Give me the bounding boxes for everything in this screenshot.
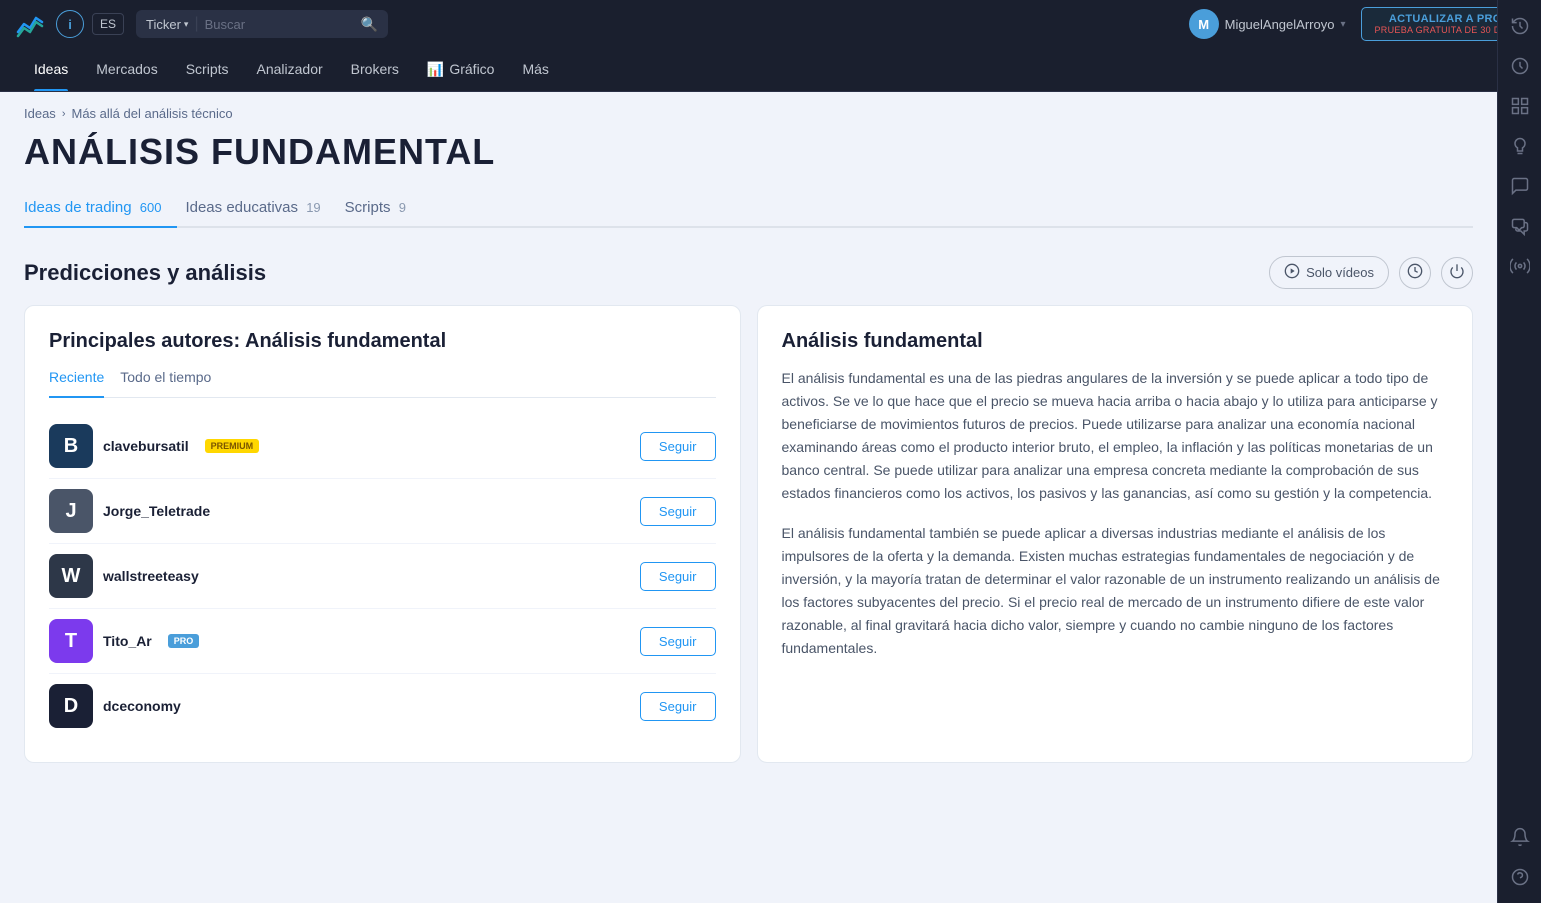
- follow-button[interactable]: Seguir: [640, 562, 716, 591]
- nav-item-mas[interactable]: Más: [508, 47, 562, 91]
- lightbulb-icon[interactable]: [1502, 128, 1538, 164]
- page-title: ANÁLISIS FUNDAMENTAL: [24, 131, 1473, 173]
- refresh-button[interactable]: [1441, 257, 1473, 289]
- author-row: T Tito_Ar PRO Seguir: [49, 609, 716, 674]
- bell-icon[interactable]: [1502, 819, 1538, 855]
- follow-button[interactable]: Seguir: [640, 497, 716, 526]
- section-header: Predicciones y análisis Solo vídeos: [24, 256, 1473, 289]
- author-row: B clavebursatil PREMIUM Seguir: [49, 414, 716, 479]
- author-avatar-initial: J: [65, 500, 76, 523]
- breadcrumb-separator: ›: [62, 108, 66, 120]
- author-avatar: J: [49, 489, 93, 533]
- authors-card: Principales autores: Análisis fundamenta…: [24, 305, 741, 763]
- author-avatar-initial: D: [64, 695, 78, 718]
- author-name: dceconomy: [103, 698, 181, 714]
- right-sidebar: [1497, 0, 1541, 903]
- tab-trading-ideas[interactable]: Ideas de trading 600: [24, 191, 177, 226]
- help-icon[interactable]: [1502, 859, 1538, 895]
- section-actions: Solo vídeos: [1269, 256, 1473, 289]
- upgrade-main-label: ACTUALIZAR A PRO: [1374, 13, 1516, 25]
- info-card: Análisis fundamental El análisis fundame…: [757, 305, 1474, 763]
- nav-item-scripts[interactable]: Scripts: [172, 47, 243, 91]
- history-icon[interactable]: [1502, 48, 1538, 84]
- main-grid: Principales autores: Análisis fundamenta…: [24, 305, 1473, 763]
- author-name: Tito_Ar: [103, 633, 152, 649]
- clock-icon: [1407, 263, 1423, 282]
- play-icon: [1284, 263, 1300, 282]
- author-row: J Jorge_Teletrade Seguir: [49, 479, 716, 544]
- comments-icon[interactable]: [1502, 208, 1538, 244]
- breadcrumb-current: Más allá del análisis técnico: [71, 106, 232, 121]
- authors-tabs: Reciente Todo el tiempo: [49, 369, 716, 398]
- upgrade-sub-label: PRUEBA GRATUITA DE 30 DÍAS: [1374, 25, 1516, 35]
- user-menu-chevron-icon: ▾: [1340, 19, 1345, 30]
- topbar: i ES Ticker ▾ | 🔍 M MiguelAngelArroyo ▾ …: [0, 0, 1541, 48]
- main-navigation: Ideas Mercados Scripts Analizador Broker…: [0, 48, 1541, 92]
- author-info: B clavebursatil PREMIUM: [49, 424, 259, 468]
- nav-item-analizador[interactable]: Analizador: [243, 47, 337, 91]
- page-content: Ideas › Más allá del análisis técnico AN…: [0, 92, 1497, 803]
- tab-educational-ideas[interactable]: Ideas educativas 19: [185, 191, 336, 226]
- author-avatar-initial: B: [64, 435, 78, 458]
- follow-button[interactable]: Seguir: [640, 432, 716, 461]
- chart-icon: 📊: [427, 61, 444, 78]
- author-name: wallstreeteasy: [103, 568, 199, 584]
- authors-card-title: Principales autores: Análisis fundamenta…: [49, 330, 716, 353]
- username-label: MiguelAngelArroyo: [1225, 17, 1335, 32]
- author-avatar: B: [49, 424, 93, 468]
- info-button[interactable]: i: [56, 10, 84, 38]
- authors-list: B clavebursatil PREMIUM Seguir J Jorge_T…: [49, 414, 716, 738]
- grid-icon[interactable]: [1502, 88, 1538, 124]
- clock-rotate-icon[interactable]: [1502, 8, 1538, 44]
- author-info: T Tito_Ar PRO: [49, 619, 199, 663]
- breadcrumb: Ideas › Más allá del análisis técnico: [24, 92, 1473, 131]
- language-selector[interactable]: ES: [92, 13, 124, 35]
- avatar: M: [1189, 9, 1219, 39]
- sort-date-button[interactable]: [1399, 257, 1431, 289]
- author-avatar: T: [49, 619, 93, 663]
- author-name: clavebursatil: [103, 438, 189, 454]
- tabs-row: Ideas de trading 600 Ideas educativas 19…: [24, 191, 1473, 228]
- info-card-paragraph-1: El análisis fundamental es una de las pi…: [782, 367, 1449, 506]
- nav-item-mercados[interactable]: Mercados: [82, 47, 171, 91]
- info-card-title: Análisis fundamental: [782, 330, 1449, 353]
- author-avatar-initial: W: [62, 565, 81, 588]
- nav-item-ideas[interactable]: Ideas: [20, 47, 82, 91]
- user-menu[interactable]: M MiguelAngelArroyo ▾: [1189, 9, 1346, 39]
- search-icon: 🔍: [361, 16, 378, 33]
- author-info: J Jorge_Teletrade: [49, 489, 210, 533]
- author-info: W wallstreeteasy: [49, 554, 199, 598]
- power-icon: [1449, 263, 1465, 282]
- video-filter-button[interactable]: Solo vídeos: [1269, 256, 1389, 289]
- nav-item-brokers[interactable]: Brokers: [337, 47, 413, 91]
- badge-premium: PREMIUM: [205, 439, 260, 453]
- author-name: Jorge_Teletrade: [103, 503, 210, 519]
- nav-item-grafico[interactable]: 📊 Gráfico: [413, 47, 509, 91]
- info-card-paragraph-2: El análisis fundamental también se puede…: [782, 522, 1449, 661]
- broadcast-icon[interactable]: [1502, 248, 1538, 284]
- follow-button[interactable]: Seguir: [640, 627, 716, 656]
- badge-pro: PRO: [168, 634, 200, 648]
- authors-tab-reciente[interactable]: Reciente: [49, 369, 104, 389]
- author-info: D dceconomy: [49, 684, 181, 728]
- author-avatar-initial: T: [65, 630, 77, 653]
- tab-scripts[interactable]: Scripts 9: [345, 191, 422, 226]
- breadcrumb-ideas-link[interactable]: Ideas: [24, 106, 56, 121]
- authors-tab-all-time[interactable]: Todo el tiempo: [120, 369, 211, 389]
- author-row: D dceconomy Seguir: [49, 674, 716, 738]
- author-avatar: D: [49, 684, 93, 728]
- author-avatar: W: [49, 554, 93, 598]
- search-input[interactable]: [205, 17, 355, 32]
- section-title: Predicciones y análisis: [24, 260, 266, 286]
- follow-button[interactable]: Seguir: [640, 692, 716, 721]
- search-bar: Ticker ▾ | 🔍: [136, 10, 388, 38]
- chevron-down-icon: ▾: [184, 19, 189, 30]
- author-row: W wallstreeteasy Seguir: [49, 544, 716, 609]
- search-type-selector[interactable]: Ticker ▾: [146, 17, 188, 32]
- chat-bubble-icon[interactable]: [1502, 168, 1538, 204]
- logo[interactable]: [12, 6, 48, 42]
